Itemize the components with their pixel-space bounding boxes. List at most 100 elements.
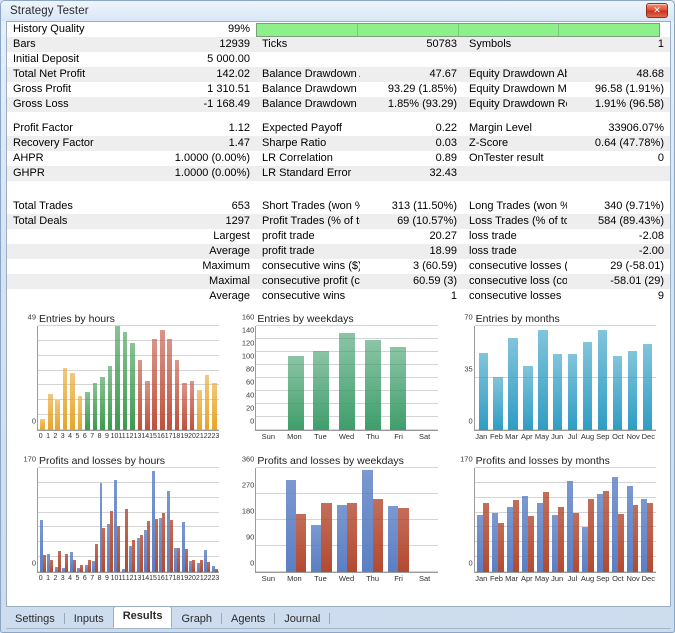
bar-loss [513, 499, 519, 572]
bar-slot [411, 468, 437, 572]
y-axis-tick: 0 [31, 558, 36, 568]
chart-profits-and-losses-by-weekdays: Profits and losses by weekdays 0 90 180 270 3… [229, 452, 447, 594]
bar-loss [647, 503, 654, 572]
x-axis-tick: Mon [287, 432, 302, 441]
bar-slot [106, 468, 113, 572]
tab-results[interactable]: Results [112, 606, 173, 628]
x-axis-tick: 10 [110, 575, 119, 582]
bar-slot [595, 468, 610, 572]
bars-group [257, 326, 436, 430]
bar-slot [385, 326, 411, 430]
bar-profit [388, 505, 399, 572]
bar-slot [506, 468, 521, 572]
bar-slot [491, 326, 506, 430]
stat-value: 96.58 (1.91%) [566, 82, 670, 97]
x-axis-tick: 6 [82, 575, 87, 582]
bar-loss [154, 519, 158, 572]
bar-slot [580, 468, 595, 572]
y-axis-tick: 70 [464, 312, 473, 322]
bar-loss [372, 498, 383, 572]
tab-inputs[interactable]: Inputs [65, 611, 113, 628]
stat-value: 1.91% (96.58) [566, 97, 670, 112]
bar-slot [595, 326, 610, 430]
x-axis-tick: 22 [203, 575, 212, 582]
bar-loss [632, 504, 639, 572]
x-axis-tick: Thu [366, 432, 379, 441]
bar [642, 343, 653, 430]
tab-settings[interactable]: Settings [6, 611, 64, 628]
bar-slot [129, 468, 136, 572]
stat-label: Balance Drawdown Relative [256, 97, 360, 112]
bar-slot [565, 468, 580, 572]
stat-label [7, 289, 149, 304]
stat-value: 20.27 [359, 229, 463, 244]
tab-graph[interactable]: Graph [172, 611, 221, 628]
stat-label: consecutive loss (count) [463, 274, 567, 289]
bar-profit [336, 504, 348, 572]
stat-value: 0 [566, 151, 670, 166]
x-axis-tick: Mon [287, 574, 302, 583]
close-icon[interactable]: ✕ [646, 3, 668, 18]
stat-label: Profit Trades (% of total) [256, 214, 360, 229]
plot-area: 0 49 [28, 313, 220, 431]
stat-label: Total Net Profit [7, 67, 149, 82]
bars-group [39, 468, 218, 572]
bar [189, 381, 195, 430]
stat-value: 69 (10.57%) [359, 214, 463, 229]
x-axis-tick: 15 [149, 433, 157, 440]
bar-slot [173, 468, 181, 572]
stat-label: consecutive losses ($) [463, 259, 567, 274]
bar-slot [625, 468, 640, 572]
x-axis-tick: 5 [75, 575, 80, 582]
x-axis-tick: Sat [419, 574, 431, 583]
bar-slot [159, 326, 166, 430]
bar-loss [117, 526, 121, 572]
x-axis-tick: 18 [172, 433, 181, 440]
stat-value: 1 [566, 37, 670, 52]
stat-label: loss trade [463, 229, 567, 244]
stat-label: Loss Trades (% of total) [463, 214, 567, 229]
stat-label: Equity Drawdown Maximal [463, 82, 567, 97]
stat-label: consecutive wins [256, 289, 360, 304]
x-axis-tick: 18 [172, 575, 181, 582]
y-axis-tick: 35 [464, 364, 473, 374]
x-axis-tick: Sep [596, 432, 610, 441]
y-axis-tick: 0 [250, 558, 255, 568]
bar-loss [177, 547, 181, 572]
bar-slot [196, 326, 203, 430]
stat-value: 584 (89.43%) [566, 214, 670, 229]
x-axis-tick: 7 [90, 433, 95, 440]
y-axis-tick: 140 [241, 325, 255, 335]
bar [40, 419, 46, 430]
x-axis-tick: 2 [53, 433, 58, 440]
y-axis-tick: 40 [245, 390, 255, 400]
x-axis-tick: Feb [489, 574, 503, 583]
stat-label: consecutive profit (count) [256, 274, 360, 289]
x-axis-tick: 10 [110, 433, 119, 440]
stat-value: 32.43 [359, 166, 463, 181]
x-axis-tick: 21 [195, 575, 204, 582]
stat-value: 18.99 [359, 244, 463, 259]
plot-area: 0 90 180 270 360 [242, 455, 438, 573]
x-axis-tick: 9 [104, 433, 109, 440]
bar-slot [39, 326, 46, 430]
results-panel: History Quality 99% Bars 12939 Ticks 50783 Sym… [6, 21, 671, 607]
tab-agents[interactable]: Agents [222, 611, 274, 628]
x-axis-tick: Jan [475, 432, 488, 441]
bar-slot [54, 468, 61, 572]
bars-group [476, 326, 655, 430]
bar-slot [580, 326, 595, 430]
stat-label: Expected Payoff [256, 121, 360, 136]
y-axis-tick: 100 [241, 351, 255, 361]
tab-journal[interactable]: Journal [275, 611, 329, 628]
bar-slot [565, 326, 580, 430]
y-axis-tick: 90 [245, 532, 255, 542]
x-axis-tick: 11 [118, 575, 126, 582]
stat-label: consecutive losses [463, 289, 567, 304]
bar-slot [476, 468, 491, 572]
stat-value: 29 (-58.01) [566, 259, 670, 274]
bar-slot [211, 326, 218, 430]
chart-entries-by-hours: Entries by hours 0 49 0 1 2 3 4 5 6 7 8 9 10 11 12 13 14 1… [11, 310, 229, 452]
bar [523, 366, 533, 430]
bar [583, 342, 593, 430]
